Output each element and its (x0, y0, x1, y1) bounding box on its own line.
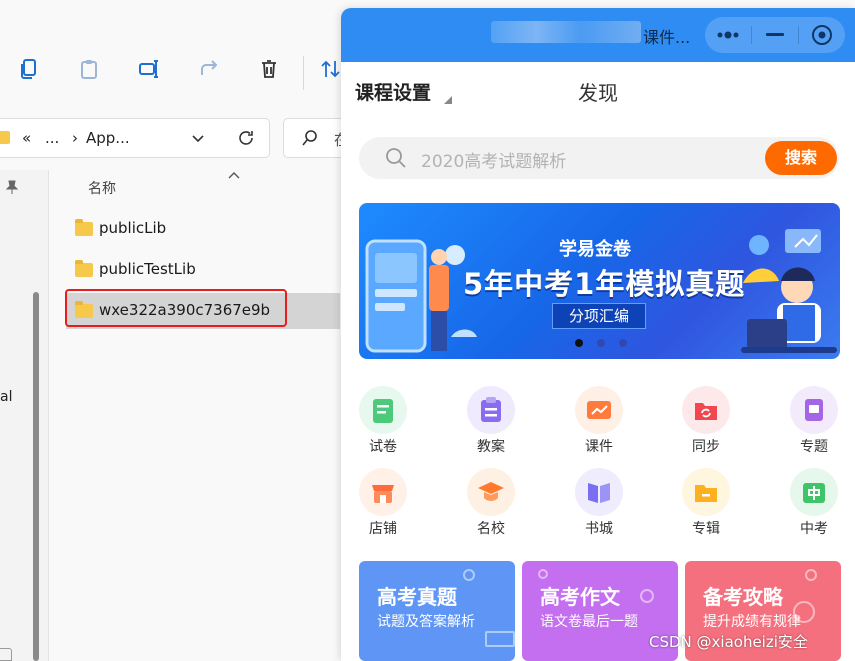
search-icon (385, 147, 407, 173)
carousel-dot[interactable] (597, 339, 605, 347)
search-icon (301, 129, 319, 151)
exam-icon (790, 468, 838, 516)
nav-scrollbar[interactable] (33, 292, 39, 661)
grid-item-courseware[interactable]: 课件 (567, 386, 631, 458)
copy-icon[interactable] (16, 56, 42, 82)
banner-tag: 分项汇编 (552, 303, 646, 329)
list-item[interactable]: publicLib (66, 211, 340, 247)
file-name: publicTestLib (99, 260, 196, 278)
explorer-toolbar (0, 40, 360, 102)
tab-discover[interactable]: 发现 (578, 77, 618, 106)
grid-item-sync[interactable]: 同步 (674, 386, 738, 458)
paste-icon[interactable] (76, 56, 102, 82)
dropdown-triangle-icon[interactable] (443, 89, 452, 108)
minimize-icon[interactable] (752, 17, 798, 53)
card-subtitle: 提升成绩有规律 (703, 614, 801, 630)
grid-item-label: 试卷 (369, 439, 397, 455)
grid-item-lesson-plan[interactable]: 教案 (459, 386, 523, 458)
topic-icon (790, 386, 838, 434)
carousel-indicator (575, 339, 627, 347)
window-titlebar[interactable]: 课件... (341, 8, 855, 62)
grid-item-bookstore[interactable]: 书城 (567, 468, 631, 540)
folder-icon (0, 131, 10, 144)
address-bar[interactable]: « ... › App... (0, 118, 270, 158)
window-title: 课件... (643, 28, 691, 47)
grid-item-label: 名校 (477, 521, 505, 537)
courseware-icon (575, 386, 623, 434)
pane-divider[interactable] (48, 170, 49, 661)
grid-item-shop[interactable]: 店铺 (351, 468, 415, 540)
address-overflow[interactable]: « (22, 129, 31, 147)
navigation-pane (0, 170, 48, 661)
grid-item-label: 专辑 (692, 521, 720, 537)
grid-item-school[interactable]: 名校 (459, 468, 523, 540)
grid-item-label: 书城 (585, 521, 613, 537)
grid-item-paper[interactable]: 试卷 (351, 386, 415, 458)
refresh-icon[interactable] (236, 128, 256, 152)
card-subtitle: 试题及答案解析 (377, 614, 475, 630)
card-subtitle: 语文卷最后一题 (540, 614, 638, 630)
top-tabs: 课程设置 发现 (341, 74, 855, 108)
lesson-plan-icon (467, 386, 515, 434)
grid-item-label: 专题 (800, 439, 828, 455)
capsule-controls (705, 17, 845, 53)
tab-course-settings[interactable]: 课程设置 (355, 78, 431, 105)
address-ellipsis[interactable]: ... (45, 129, 59, 147)
chevron-up-icon (228, 168, 240, 182)
blurred-title-region (491, 21, 641, 43)
card-gaokao-papers[interactable]: 高考真题 试题及答案解析 (359, 561, 515, 661)
grid-item-label: 课件 (585, 439, 613, 455)
list-item[interactable]: publicTestLib (66, 252, 340, 288)
watermark-text: CSDN @xiaoheizi安全 (649, 633, 808, 651)
mini-program-window: 课件... 课程设置 发现 2020高考试题解析 搜索 学易金卷 5年中考1年模… (341, 8, 855, 661)
card-title: 高考作文 (540, 585, 620, 609)
search-bar[interactable]: 2020高考试题解析 搜索 (359, 137, 839, 179)
banner-title: 5年中考1年模拟真题 (463, 267, 746, 301)
sync-icon (682, 386, 730, 434)
address-folder-name[interactable]: App... (86, 129, 130, 147)
paper-icon (359, 386, 407, 434)
promo-banner[interactable]: 学易金卷 5年中考1年模拟真题 分项汇编 (359, 203, 840, 359)
grid-item-exam[interactable]: 中考 (782, 468, 846, 540)
file-name: publicLib (99, 219, 167, 237)
share-icon[interactable] (196, 56, 222, 82)
carousel-dot-active[interactable] (575, 339, 583, 347)
nav-item-label[interactable]: al (0, 389, 12, 405)
banner-subtitle: 学易金卷 (559, 239, 631, 260)
folder-icon (75, 219, 93, 236)
grid-item-album[interactable]: 专辑 (674, 468, 738, 540)
grid-item-label: 教案 (477, 439, 505, 455)
grid-item-label: 同步 (692, 439, 720, 455)
pin-icon[interactable] (5, 180, 19, 198)
grid-item-topic[interactable]: 专题 (782, 386, 846, 458)
more-icon[interactable] (705, 17, 751, 53)
delete-icon[interactable] (256, 56, 282, 82)
rename-icon[interactable] (136, 56, 162, 82)
highlight-annotation (65, 289, 287, 327)
chevron-down-icon[interactable] (191, 130, 205, 149)
bookstore-icon (575, 468, 623, 516)
card-title: 备考攻略 (703, 585, 783, 609)
carousel-dot[interactable] (619, 339, 627, 347)
close-target-icon[interactable] (799, 17, 845, 53)
grid-item-label: 店铺 (369, 521, 397, 537)
student-illustration (741, 229, 837, 353)
grid-item-label: 中考 (800, 521, 828, 537)
folder-icon (75, 260, 93, 277)
search-button[interactable]: 搜索 (765, 141, 837, 175)
school-icon (467, 468, 515, 516)
search-input[interactable]: 2020高考试题解析 (421, 147, 566, 172)
album-icon (682, 468, 730, 516)
column-header-name[interactable]: 名称 (88, 178, 116, 198)
nav-item-partial (0, 648, 12, 661)
toolbar-divider (303, 56, 304, 90)
address-separator: › (72, 129, 78, 147)
card-title: 高考真题 (377, 585, 457, 609)
shop-icon (359, 468, 407, 516)
